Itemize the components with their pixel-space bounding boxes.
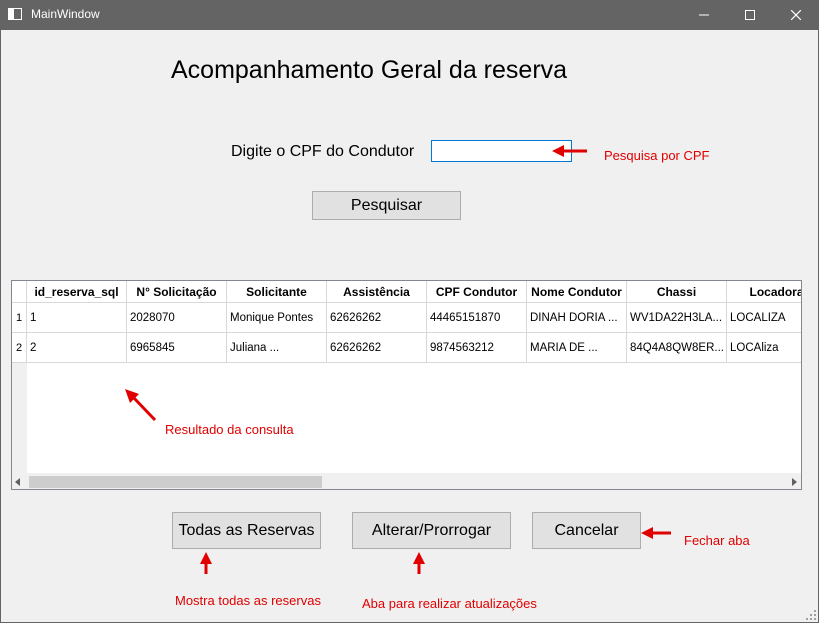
scroll-left-icon[interactable]	[15, 478, 20, 486]
table-corner	[12, 281, 27, 303]
table-cell[interactable]: WV1DA22H3LA...	[627, 303, 727, 333]
minimize-button[interactable]	[681, 0, 727, 30]
title-bar: MainWindow	[0, 0, 819, 30]
cancel-button[interactable]: Cancelar	[532, 512, 641, 549]
annotation-search-cpf: Pesquisa por CPF	[604, 148, 710, 163]
column-header-locadora[interactable]: Locadora	[727, 281, 801, 303]
column-header-assistencia[interactable]: Assistência	[327, 281, 427, 303]
column-header-nome-condutor[interactable]: Nome Condutor	[527, 281, 627, 303]
maximize-button[interactable]	[727, 0, 773, 30]
column-header-n-solicitacao[interactable]: N° Solicitação	[127, 281, 227, 303]
table-cell[interactable]: 2	[27, 333, 127, 363]
window-title: MainWindow	[31, 7, 100, 21]
column-header-solicitante[interactable]: Solicitante	[227, 281, 327, 303]
minimize-icon	[699, 14, 709, 16]
table-cell[interactable]: LOCAliza	[727, 333, 801, 363]
resize-grip-icon[interactable]	[806, 610, 816, 620]
column-header-cpf-condutor[interactable]: CPF Condutor	[427, 281, 527, 303]
results-table[interactable]: id_reserva_sql N° Solicitação Solicitant…	[11, 280, 802, 490]
table-cell[interactable]: LOCALIZA	[727, 303, 801, 333]
table-cell[interactable]: MARIA DE ...	[527, 333, 627, 363]
maximize-icon	[745, 10, 755, 20]
scrollbar-thumb[interactable]	[29, 476, 322, 488]
edit-extend-button[interactable]: Alterar/Prorrogar	[352, 512, 511, 549]
search-button[interactable]: Pesquisar	[312, 191, 461, 220]
table-cell[interactable]: 2028070	[127, 303, 227, 333]
annotation-all-reservations: Mostra todas as reservas	[175, 593, 321, 608]
table-cell[interactable]: 62626262	[327, 333, 427, 363]
annotation-close-tab: Fechar aba	[684, 533, 750, 548]
close-icon	[791, 10, 801, 20]
table-cell[interactable]: 62626262	[327, 303, 427, 333]
horizontal-scrollbar[interactable]	[12, 473, 801, 489]
row-header[interactable]: 1	[12, 303, 27, 333]
close-button[interactable]	[773, 0, 819, 30]
table-cell[interactable]: 84Q4A8QW8ER...	[627, 333, 727, 363]
scroll-right-icon[interactable]	[792, 478, 797, 486]
all-reservations-button[interactable]: Todas as Reservas	[172, 512, 321, 549]
table-cell[interactable]: 6965845	[127, 333, 227, 363]
table-cell[interactable]: Monique Pontes	[227, 303, 327, 333]
annotation-update-tab: Aba para realizar atualizações	[362, 596, 537, 611]
table-cell[interactable]: 1	[27, 303, 127, 333]
column-header-chassi[interactable]: Chassi	[627, 281, 727, 303]
app-window-icon	[8, 8, 22, 20]
cpf-input[interactable]	[431, 140, 572, 162]
cpf-label: Digite o CPF do Condutor	[231, 143, 415, 160]
table-cell[interactable]: 9874563212	[427, 333, 527, 363]
table-cell[interactable]: Juliana ...	[227, 333, 327, 363]
table-cell[interactable]: DINAH DORIA ...	[527, 303, 627, 333]
annotation-result: Resultado da consulta	[165, 422, 294, 437]
table-cell[interactable]: 44465151870	[427, 303, 527, 333]
page-title: Acompanhamento Geral da reserva	[171, 56, 568, 84]
column-header-id-reserva[interactable]: id_reserva_sql	[27, 281, 127, 303]
row-header[interactable]: 2	[12, 333, 27, 363]
